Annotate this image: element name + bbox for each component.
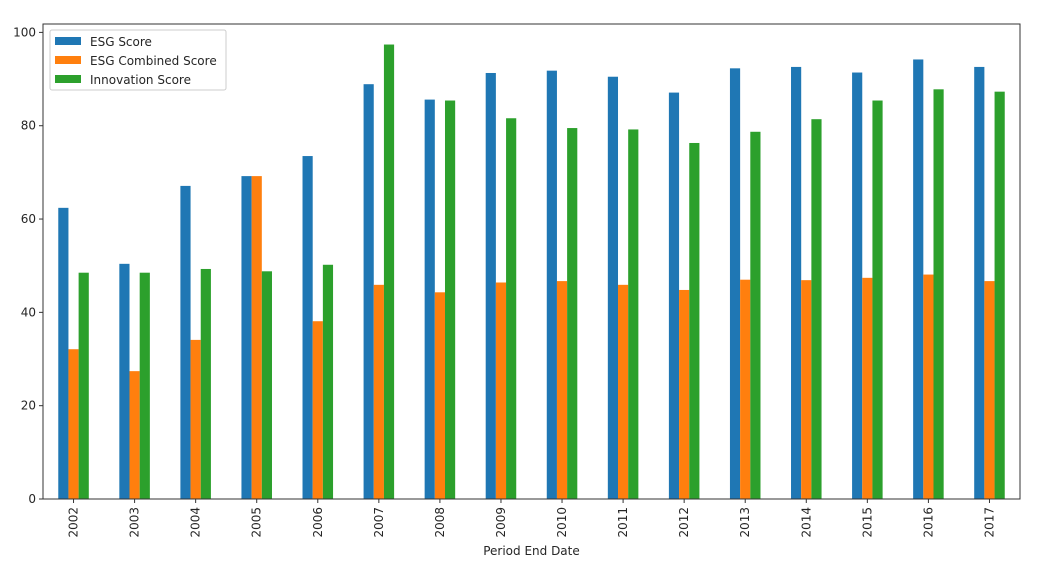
bar-innovation-score-2016 xyxy=(933,89,944,499)
x-tick-label: 2009 xyxy=(494,507,508,538)
bar-esg-combined-score-2009 xyxy=(495,282,507,499)
bar-esg-combined-score-2003 xyxy=(129,371,140,499)
bar-esg-score-2003 xyxy=(119,263,130,499)
bar-esg-combined-score-2012 xyxy=(679,289,690,499)
x-tick-label: 2014 xyxy=(799,507,813,538)
bar-esg-score-2012 xyxy=(668,92,680,499)
x-tick-label: 2017 xyxy=(982,507,996,538)
bar-esg-score-2013 xyxy=(729,68,741,499)
bar-esg-combined-score-2013 xyxy=(740,279,751,499)
legend-swatch xyxy=(55,37,81,45)
bar-esg-combined-score-2010 xyxy=(556,281,568,499)
x-tick-label: 2013 xyxy=(738,507,752,538)
y-axis: 0 20 40 60 80 100 xyxy=(13,25,43,506)
legend-label: ESG Combined Score xyxy=(90,54,217,68)
x-tick-label: 2003 xyxy=(128,507,142,538)
bar-esg-combined-score-2007 xyxy=(373,284,384,499)
bar-esg-score-2015 xyxy=(852,72,863,499)
x-axis: 2002 2003 2004 2005 2006 2007 2008 2009 2010 2011… xyxy=(67,499,996,538)
x-tick-label: 2004 xyxy=(189,507,203,538)
bar-innovation-score-2004 xyxy=(200,268,211,499)
bar-esg-combined-score-2002 xyxy=(68,349,79,499)
x-tick-label: 2010 xyxy=(555,507,569,538)
x-tick-label: 2002 xyxy=(67,507,81,538)
y-tick-label: 80 xyxy=(21,119,36,133)
bar-esg-score-2010 xyxy=(546,70,557,499)
bars-layer xyxy=(58,44,1005,500)
bar-innovation-score-2009 xyxy=(506,118,517,499)
bar-esg-combined-score-2017 xyxy=(984,281,995,499)
x-tick-label: 2007 xyxy=(372,507,386,538)
bar-esg-score-2014 xyxy=(791,66,802,500)
bar-esg-combined-score-2008 xyxy=(434,292,445,499)
bar-esg-combined-score-2005 xyxy=(251,176,262,500)
bar-esg-score-2009 xyxy=(485,72,496,500)
y-tick-label: 60 xyxy=(21,212,36,226)
bar-innovation-score-2017 xyxy=(994,91,1005,499)
x-tick-label: 2015 xyxy=(860,507,874,538)
bar-innovation-score-2002 xyxy=(78,272,89,499)
legend-label: ESG Score xyxy=(90,35,152,49)
x-tick-label: 2016 xyxy=(921,507,935,538)
bar-esg-score-2004 xyxy=(180,185,191,499)
bar-esg-score-2005 xyxy=(241,176,252,500)
bar-esg-score-2017 xyxy=(974,66,985,500)
bar-esg-score-2002 xyxy=(58,207,69,499)
y-tick-label: 100 xyxy=(13,25,36,39)
bar-innovation-score-2006 xyxy=(322,264,334,499)
x-tick-label: 2005 xyxy=(250,507,264,538)
x-tick-label: 2006 xyxy=(311,507,325,538)
bar-innovation-score-2013 xyxy=(750,131,761,499)
bar-innovation-score-2015 xyxy=(872,100,883,500)
bar-esg-combined-score-2016 xyxy=(923,274,934,499)
x-axis-label: Period End Date xyxy=(483,544,580,558)
bar-esg-combined-score-2004 xyxy=(190,339,201,499)
bar-esg-combined-score-2015 xyxy=(862,277,873,499)
bar-innovation-score-2012 xyxy=(689,142,700,500)
y-tick-label: 40 xyxy=(21,305,36,319)
bar-innovation-score-2008 xyxy=(444,100,456,500)
legend-label: Innovation Score xyxy=(90,73,191,87)
bar-chart: 020406080100 2002 2003 2004 2005 2006 2007 200… xyxy=(13,23,1021,558)
bar-esg-score-2016 xyxy=(913,59,924,500)
x-tick-label: 2012 xyxy=(677,507,691,538)
legend-swatch xyxy=(55,75,81,83)
bar-innovation-score-2003 xyxy=(139,272,150,499)
x-tick-label: 2011 xyxy=(616,507,630,538)
bar-esg-score-2008 xyxy=(424,99,435,499)
bar-innovation-score-2014 xyxy=(811,119,822,499)
y-tick-label: 20 xyxy=(21,399,36,413)
bar-esg-score-2006 xyxy=(302,156,313,500)
bar-esg-combined-score-2006 xyxy=(312,321,323,499)
legend: ESG Score ESG Combined Score Innovation Sc… xyxy=(49,29,227,91)
legend-swatch xyxy=(55,56,81,64)
bar-esg-score-2007 xyxy=(363,84,374,499)
y-tick-label: 0 xyxy=(28,492,36,506)
bar-esg-combined-score-2014 xyxy=(801,280,812,499)
x-tick-label: 2008 xyxy=(433,507,447,538)
bar-innovation-score-2007 xyxy=(383,44,395,499)
bar-esg-combined-score-2011 xyxy=(618,284,629,499)
bar-innovation-score-2010 xyxy=(567,128,578,500)
bar-innovation-score-2005 xyxy=(261,271,272,499)
bar-esg-score-2011 xyxy=(607,76,619,499)
bar-innovation-score-2011 xyxy=(628,129,639,499)
